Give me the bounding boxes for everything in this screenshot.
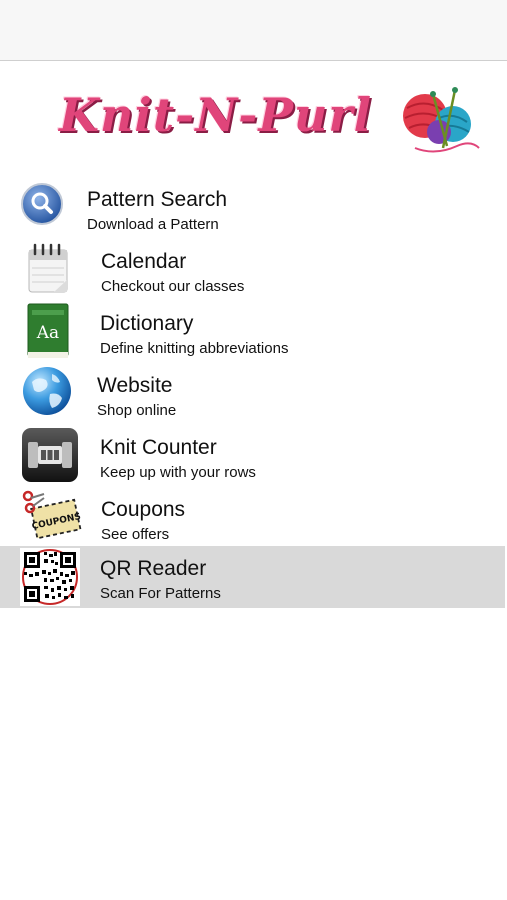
menu-item-subtitle: Checkout our classes xyxy=(101,278,245,295)
menu-item-website[interactable]: Website Shop online xyxy=(0,362,505,424)
menu-item-title: Calendar xyxy=(101,250,187,273)
logo-wordmark: Knit-N-Purl xyxy=(59,88,373,142)
counter-icon xyxy=(22,428,78,482)
book-cover-text: Aa xyxy=(36,323,59,343)
menu-item-pattern-search[interactable]: Pattern Search Download a Pattern xyxy=(0,176,505,238)
knit-n-purl-logo: Knit-N-Purl xyxy=(55,84,485,160)
menu-item-title: Dictionary xyxy=(100,312,194,335)
menu-item-title: Pattern Search xyxy=(87,188,228,211)
menu-item-subtitle: Download a Pattern xyxy=(87,216,219,233)
menu-item-qr-reader[interactable]: QR Reader Scan For Patterns xyxy=(0,546,505,608)
menu-item-subtitle: See offers xyxy=(101,526,170,543)
menu-item-subtitle: Define knitting abbreviations xyxy=(100,340,289,357)
menu-item-knit-counter[interactable]: Knit Counter Keep up with your rows xyxy=(0,424,505,486)
menu-item-dictionary[interactable]: Aa Dictionary Define knitting abbreviati… xyxy=(0,300,505,362)
menu-item-coupons[interactable]: COUPONS Coupons See offers xyxy=(0,486,505,548)
menu-item-subtitle: Keep up with your rows xyxy=(100,464,256,481)
globe-icon xyxy=(23,367,71,415)
menu-item-title: QR Reader xyxy=(100,557,207,580)
calendar-icon xyxy=(28,243,68,293)
yarn-balls-icon xyxy=(403,87,480,153)
dictionary-book-icon: Aa xyxy=(27,303,69,358)
menu-item-title: Website xyxy=(97,374,173,397)
menu-item-title: Knit Counter xyxy=(100,436,217,459)
menu-item-subtitle: Scan For Patterns xyxy=(100,585,221,602)
magnifier-icon xyxy=(21,183,63,225)
top-navigation-bar xyxy=(0,0,507,61)
menu-item-calendar[interactable]: Calendar Checkout our classes xyxy=(0,238,505,300)
qr-code-icon xyxy=(20,548,80,606)
menu-item-subtitle: Shop online xyxy=(97,402,177,419)
menu-item-title: Coupons xyxy=(101,498,186,521)
coupon-scissors-icon: COUPONS xyxy=(22,490,82,540)
